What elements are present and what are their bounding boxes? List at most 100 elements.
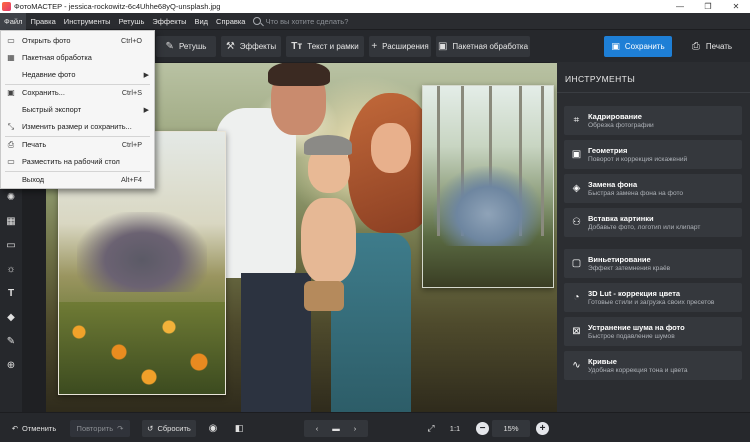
actual-size-button[interactable]: 1:1 (446, 420, 464, 437)
tool-card-title: Кривые (588, 357, 617, 366)
maximize-button[interactable]: ❐ (694, 0, 722, 13)
light-tool-icon[interactable]: ☼ (4, 262, 18, 276)
crop-icon: ⌗ (573, 115, 580, 126)
reset-icon: ↺ (147, 424, 154, 433)
search-box[interactable]: Что вы хотите сделать? (253, 15, 423, 28)
tool-card-3d-lut[interactable]: ◔ 3D Lut - коррекция цвета Готовые стили… (564, 283, 742, 312)
photo-man-jeans (241, 273, 311, 412)
batch-processing-button[interactable]: ▣ Пакетная обработка (436, 36, 530, 57)
tool-card-insert-image[interactable]: ⚇ Вставка картинки Добавьте фото, логоти… (564, 208, 742, 237)
tool-card-geometry[interactable]: ▣ Геометрия Поворот и коррекция искажени… (564, 140, 742, 169)
retouch-label: Ретушь (178, 42, 207, 51)
tool-card-title: Вставка картинки (588, 214, 654, 223)
save-icon: ▣ (7, 88, 15, 97)
menu-item-quick-export[interactable]: Быстрый экспорт ▶ (1, 102, 154, 117)
tool-card-vignette[interactable]: ▢ Виньетирование Эффект затемнения краёв (564, 249, 742, 278)
frame-tool-icon[interactable]: ▭ (4, 238, 18, 252)
extensions-button[interactable]: + Расширения (369, 36, 431, 57)
inserted-photo-family-forest[interactable] (422, 85, 554, 288)
fit-screen-icon[interactable]: ⤢ (422, 420, 440, 437)
folder-icon[interactable]: ▬ (332, 424, 340, 433)
undo-button[interactable]: ↶ Отменить (6, 420, 62, 437)
menu-help[interactable]: Справка (212, 13, 249, 30)
print-icon: ⎙ (7, 139, 15, 149)
save-label: Сохранить (624, 42, 665, 51)
menu-retouch[interactable]: Ретушь (115, 13, 149, 30)
insert-image-icon: ⚇ (572, 217, 581, 228)
redo-icon: ↷ (117, 424, 124, 433)
prev-photo-icon[interactable]: ‹ (316, 424, 319, 433)
tool-card-denoise[interactable]: ⊠ Устранение шума на фото Быстрое подавл… (564, 317, 742, 346)
text-frames-button[interactable]: Tт Текст и рамки (286, 36, 364, 57)
save-button[interactable]: ▣ Сохранить (604, 36, 672, 57)
menu-effects[interactable]: Эффекты (148, 13, 190, 30)
minimize-button[interactable]: — (666, 0, 694, 13)
menu-item-save[interactable]: ▣ Сохранить... Ctrl+S (1, 85, 154, 100)
tool-card-subtitle: Обрезка фотографии (588, 122, 654, 129)
app-logo-icon (2, 2, 11, 11)
submenu-arrow-icon: ▶ (143, 71, 149, 79)
menu-item-exit[interactable]: Выход Alt+F4 (1, 172, 154, 187)
tools-panel: ИНСТРУМЕНТЫ ⌗ Кадрирование Обрезка фотог… (557, 62, 750, 412)
text-tool-icon[interactable]: T (4, 286, 18, 300)
tool-card-subtitle: Поворот и коррекция искажений (588, 156, 688, 163)
tool-card-subtitle: Добавьте фото, логотип или клипарт (588, 224, 701, 231)
next-photo-icon[interactable]: › (354, 424, 357, 433)
menu-item-resize-save[interactable]: ⤡ Изменить размер и сохранить... (1, 119, 154, 134)
photo-child-cap (304, 135, 352, 155)
fill-tool-icon[interactable]: ◆ (4, 310, 18, 324)
effects-button[interactable]: ⚒ Эффекты (221, 36, 281, 57)
image-tool-icon[interactable]: ▦ (4, 214, 18, 228)
tool-card-subtitle: Удобная коррекция тона и цвета (588, 367, 688, 374)
text-frames-label: Текст и рамки (307, 42, 359, 51)
menu-item-recent[interactable]: Недавние фото ▶ (1, 67, 154, 82)
print-button[interactable]: ⎙ Печать (680, 36, 744, 57)
menu-tools[interactable]: Инструменты (60, 13, 115, 30)
compare-icon[interactable]: ◧ (230, 420, 248, 437)
menu-item-batch[interactable]: ▦ Пакетная обработка (1, 50, 154, 65)
lut-icon: ◔ (573, 292, 580, 303)
menu-item-open-photo[interactable]: ▭ Открыть фото Ctrl+O (1, 33, 154, 48)
curves-icon: ∿ (572, 360, 581, 371)
adjust-tool-icon[interactable]: ✺ (4, 190, 18, 204)
batch-icon: ▣ (437, 41, 448, 52)
menu-view[interactable]: Вид (190, 13, 212, 30)
undo-icon: ↶ (11, 424, 18, 433)
brush-tool-icon[interactable]: ✎ (4, 334, 18, 348)
zoom-out-button[interactable]: − (476, 422, 489, 435)
globe-tool-icon[interactable]: ⊕ (4, 358, 18, 372)
menu-edit[interactable]: Правка (26, 13, 59, 30)
search-placeholder: Что вы хотите сделать? (265, 16, 349, 26)
photo-man-hair (268, 63, 330, 86)
menu-item-desktop[interactable]: ▭ Разместить на рабочий стол (1, 154, 154, 169)
file-menu-dropdown: ▭ Открыть фото Ctrl+O ▦ Пакетная обработ… (0, 30, 155, 189)
divider (557, 92, 750, 93)
retouch-button[interactable]: ✎ Ретушь (156, 36, 216, 57)
inset-family-group (433, 166, 543, 246)
tool-card-subtitle: Быстрая замена фона на фото (588, 190, 684, 197)
title-bar: ФотоМАСТЕР - jessica-rockowitz-6c4Uhhe68… (0, 0, 750, 13)
denoise-icon: ⊠ (572, 326, 581, 337)
tool-card-background-replace[interactable]: ◈ Замена фона Быстрая замена фона на фот… (564, 174, 742, 203)
text-icon: Tт (291, 41, 303, 52)
desktop-icon: ▭ (7, 157, 15, 166)
resize-icon: ⤡ (7, 121, 15, 131)
preview-eye-icon[interactable]: ◉ (204, 420, 222, 437)
batch-label: Пакетная обработка (452, 42, 529, 51)
zoom-level[interactable]: 15% (492, 420, 530, 437)
reset-button[interactable]: ↺ Сбросить (142, 420, 196, 437)
tool-card-crop[interactable]: ⌗ Кадрирование Обрезка фотографии (564, 106, 742, 135)
save-icon: ▣ (611, 41, 620, 51)
tool-card-subtitle: Эффект затемнения краёв (588, 265, 671, 272)
printer-icon: ⎙ (691, 41, 700, 52)
tool-card-curves[interactable]: ∿ Кривые Удобная коррекция тона и цвета (564, 351, 742, 380)
brush-icon: ✎ (165, 41, 174, 52)
close-button[interactable]: ✕ (722, 0, 750, 13)
menu-file[interactable]: Файл (0, 12, 27, 30)
zoom-in-button[interactable]: + (536, 422, 549, 435)
redo-button[interactable]: Повторить ↷ (70, 420, 130, 437)
vignette-icon: ▢ (571, 258, 582, 269)
window-controls: — ❐ ✕ (666, 0, 750, 13)
menu-item-print[interactable]: ⎙ Печать Ctrl+P (1, 137, 154, 152)
tool-card-subtitle: Быстрое подавление шумов (588, 333, 675, 340)
